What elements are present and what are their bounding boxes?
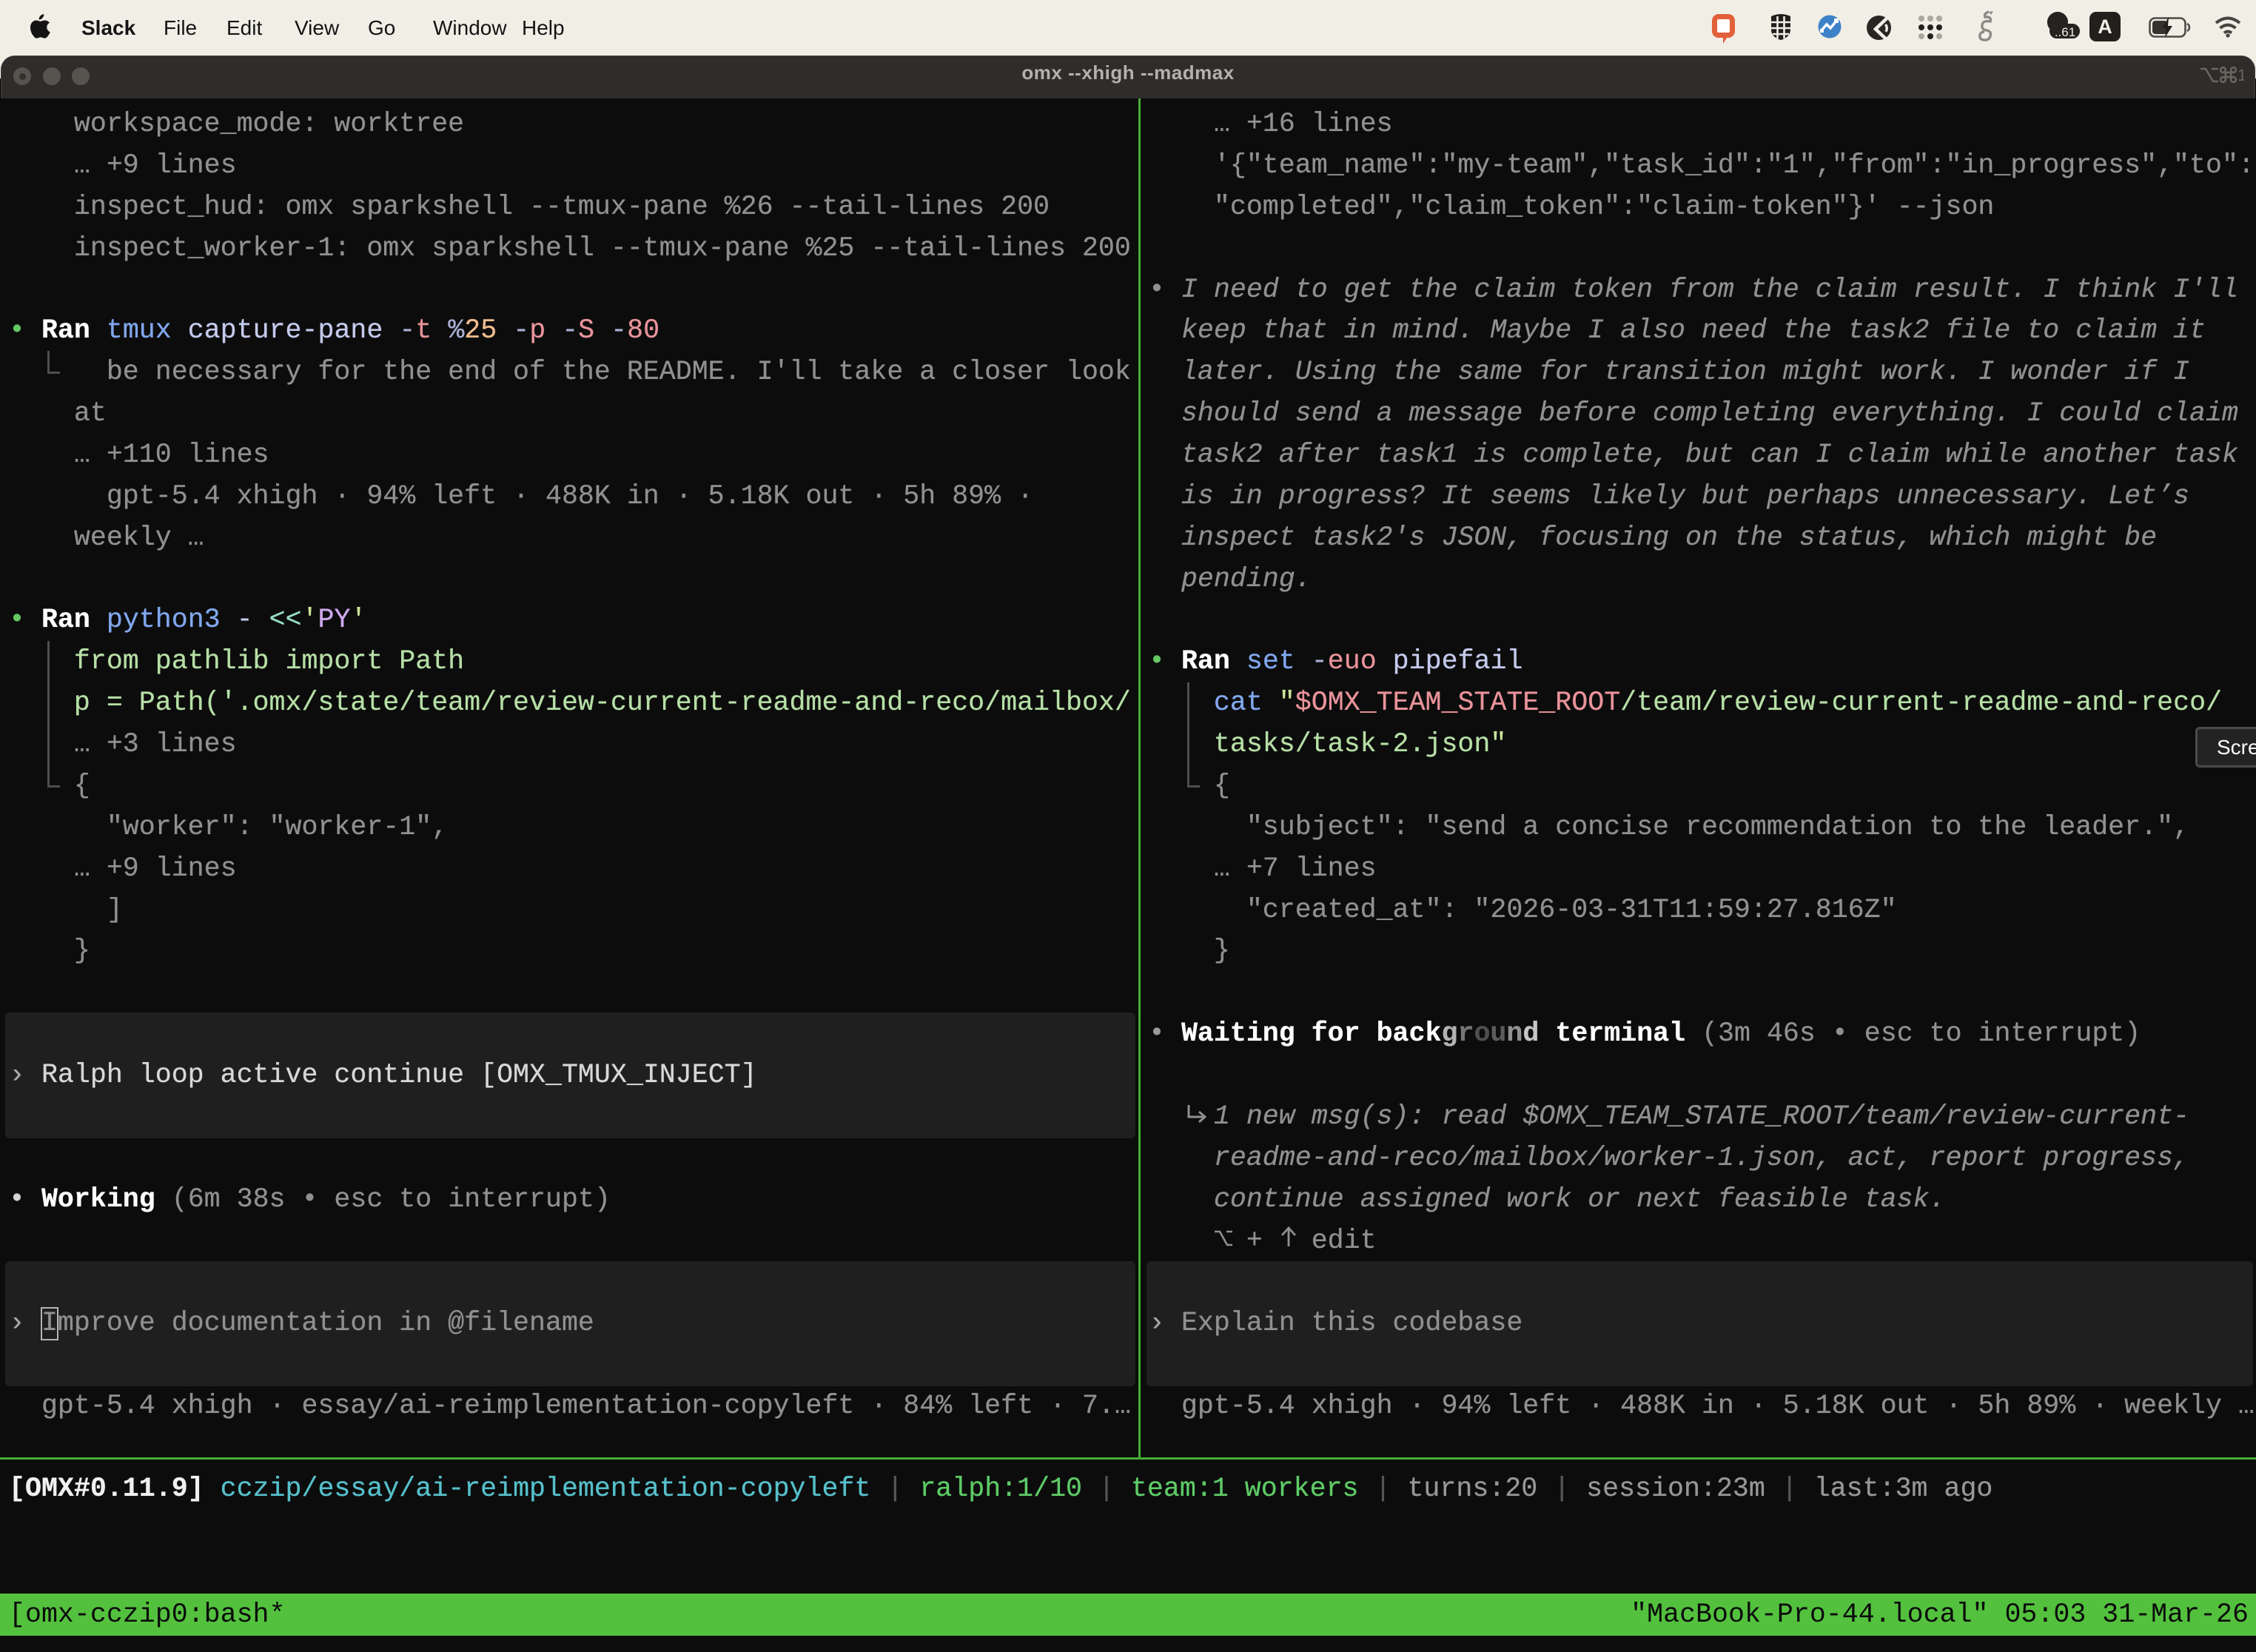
svg-text:..61: ..61 xyxy=(2055,25,2075,39)
svg-text:1: 1 xyxy=(2237,66,2244,84)
